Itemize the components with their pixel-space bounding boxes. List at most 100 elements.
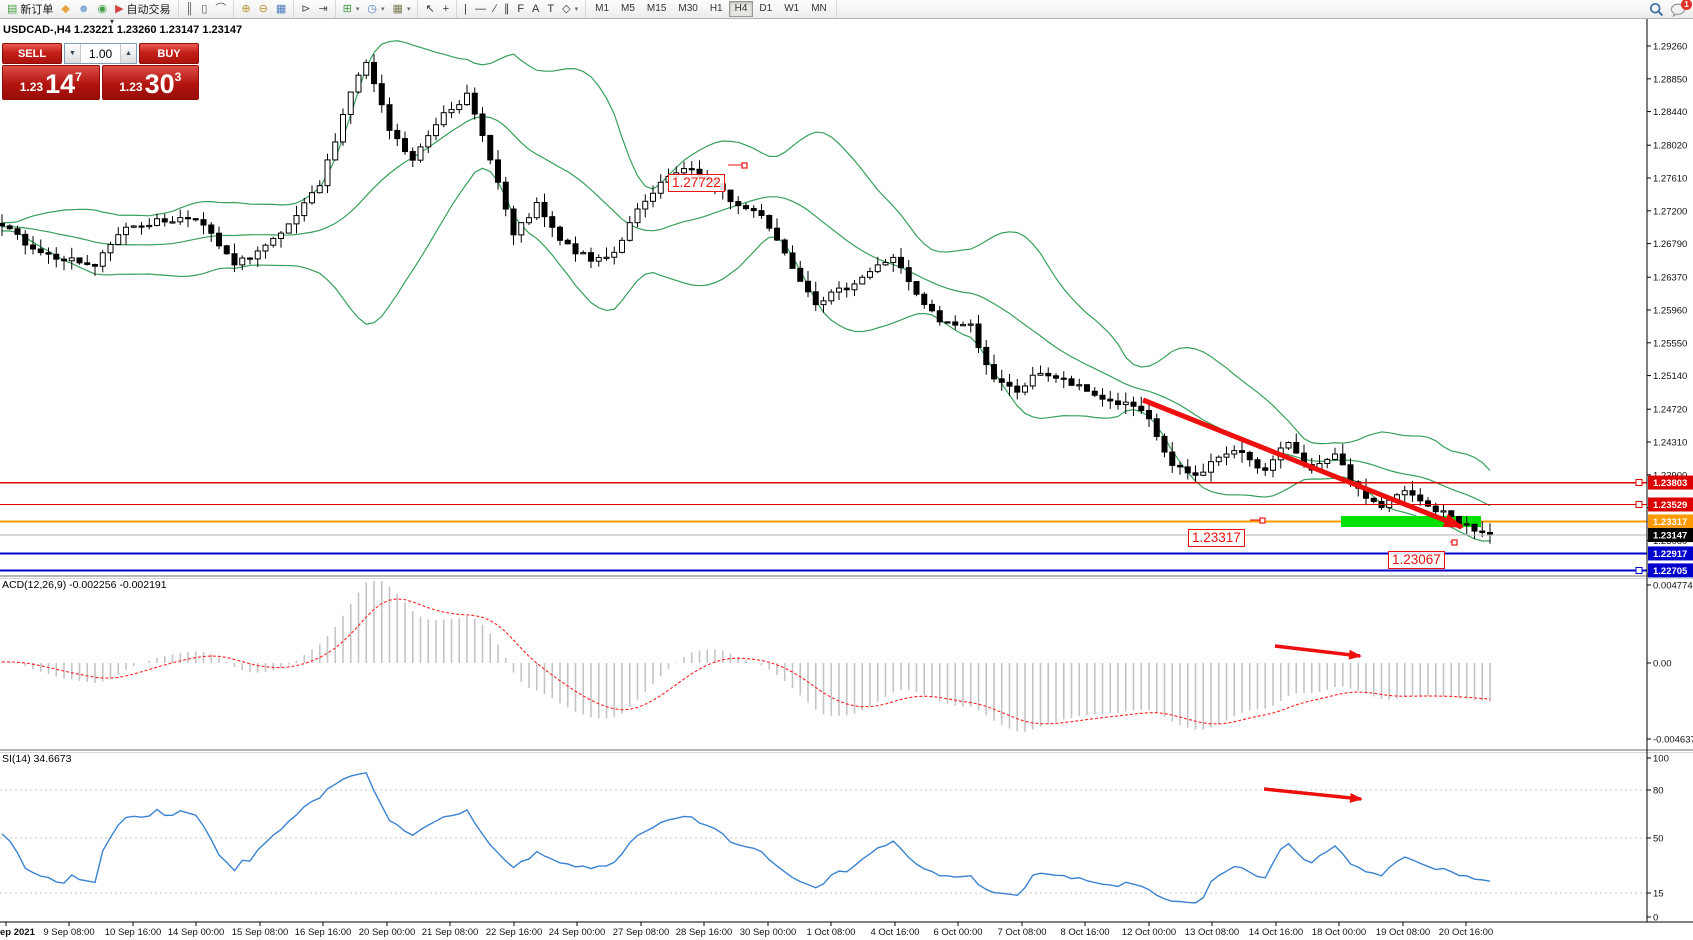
buy-price[interactable]: 1.23 30 3 [102,65,200,100]
toolbar-group: ▤新订单◆ ☻◉▶自动交易 [0,0,179,18]
vertical-line-icon[interactable]: | [460,1,471,17]
time-axis-label: 20 Oct 16:00 [1439,927,1493,938]
chart-shift-icon: ⇥ [318,1,327,17]
chevron-down-icon: ▾ [407,5,411,13]
label-icon[interactable]: T [543,1,558,17]
auto-scroll-icon[interactable]: ⊳ [297,1,314,17]
line-handle[interactable] [1636,480,1642,486]
periods-button[interactable]: ◷▾ [363,1,388,17]
label-icon: T [547,1,554,17]
shapes-button[interactable]: ◇▾ [558,1,582,17]
price-tick: 1.25140 [1653,371,1687,382]
highlighter-icon[interactable]: ◆ [57,1,73,17]
price-tick: 1.28440 [1653,107,1687,118]
timeframe-button-mn[interactable]: MN [805,1,833,17]
search-icon[interactable] [1649,2,1664,17]
time-axis-label: 20 Sep 00:00 [359,927,416,938]
rsi-indicator-label: SI(14) 34.6673 [2,753,71,765]
candlestick-chart-icon: ▯ [201,1,207,17]
line-handle[interactable] [1636,501,1642,507]
indicator-axis-tick: 100 [1653,754,1669,765]
time-axis-label: 24 Sep 00:00 [549,927,606,938]
chevron-down-icon: ▾ [381,5,385,13]
time-axis-label: 7 Oct 08:00 [997,927,1046,938]
text-icon[interactable]: A [528,1,543,17]
price-tick: 1.28850 [1653,74,1687,85]
templates-icon: ▦ [393,1,403,17]
cursor-icon[interactable]: ↖ [421,1,438,17]
channel-icon[interactable]: ∥ [500,1,514,17]
time-axis-label: 12 Oct 00:00 [1122,927,1176,938]
tile-windows-icon[interactable]: ▦ [272,1,290,17]
sell-price[interactable]: 1.23 14 7 [2,65,100,100]
buy-button[interactable]: BUY [139,43,199,64]
chat-icon[interactable]: 1 [1670,2,1687,17]
line-chart-icon[interactable]: ⌒ [211,1,230,17]
highlighter-icon: ◆ [61,1,69,17]
chart[interactable]: 1.292601.288501.284401.280201.276101.272… [0,18,1693,940]
timeframe-button-h4[interactable]: H4 [729,1,754,17]
shapes-icon: ◇ [562,1,570,17]
macd-trend-arrow[interactable] [1275,646,1360,656]
zoom-in-icon[interactable]: ⊕ [237,1,254,17]
toolbar-group: ⊕⊖▦ [234,0,294,18]
timeframe-button-m5[interactable]: M5 [615,1,641,17]
price-annotation-label[interactable]: 1.23067 [1388,551,1445,569]
zoom-out-icon[interactable]: ⊖ [255,1,272,17]
downtrend-line[interactable] [1143,400,1462,527]
trendline-icon[interactable]: ∕ [490,1,500,17]
time-axis-label: 21 Sep 08:00 [422,927,479,938]
candlestick-chart-icon[interactable]: ▯ [197,1,211,17]
templates-button[interactable]: ▦▾ [389,1,415,17]
sell-button[interactable]: SELL [2,43,62,64]
timeframe-button-d1[interactable]: D1 [753,1,778,17]
svg-text:1.23803: 1.23803 [1653,478,1687,489]
new-order-icon: ▤ [7,1,17,17]
price-tick: 1.28020 [1653,141,1687,152]
crosshair-icon[interactable]: + [439,1,453,17]
time-axis-label: 4 Oct 16:00 [870,927,919,938]
chart-shift-icon[interactable]: ⇥ [314,1,331,17]
tile-windows-icon: ▦ [276,1,286,17]
new-order-button[interactable]: ▤新订单 [3,1,57,17]
community-icon[interactable]: ☻ [74,1,94,17]
volume-input[interactable]: 1.00 [81,44,120,63]
line-handle[interactable] [1636,567,1642,573]
indicator-axis-tick: 50 [1653,834,1664,845]
timeframe-group: M1M5M15M30H1H4D1W1MN [586,0,837,18]
add-indicator-button[interactable]: ⊞▾ [339,1,364,17]
toolbar-group: ↖+ [418,0,457,18]
volume-decrease-button[interactable]: ▼ [65,44,81,63]
fibonacci-icon[interactable]: F [513,1,528,17]
timeframe-button-h1[interactable]: H1 [704,1,729,17]
auto-trading-button[interactable]: ▶自动交易 [111,1,174,17]
time-axis-label: 19 Oct 08:00 [1376,927,1430,938]
price-tick: 1.26370 [1653,273,1687,284]
bollinger-lower-band [2,168,1490,541]
price-annotation-label[interactable]: 1.27722 [668,174,725,192]
timeframe-button-m30[interactable]: M30 [672,1,703,17]
toolbar-group: ⊳⇥ [294,0,335,18]
sell-price-small: 1.23 [20,80,43,94]
price-tick: 1.25960 [1653,306,1687,317]
price-tick: 1.29260 [1653,42,1687,53]
horizontal-line-icon[interactable]: — [471,1,490,17]
time-axis-label: 22 Sep 16:00 [486,927,543,938]
indicator-axis-tick: 0.004774 [1653,581,1693,592]
auto-trading-icon: ▶ [115,1,123,17]
chart-title: USDCAD-,H4 1.23221 1.23260 1.23147 1.231… [3,24,242,36]
chevron-down-icon: ▾ [356,5,360,13]
svg-text:1.22705: 1.22705 [1653,566,1688,577]
volume-increase-button[interactable]: ▲ [120,44,136,63]
price-tick: 1.24720 [1653,405,1687,416]
timeframe-button-m1[interactable]: M1 [589,1,615,17]
price-tick: 1.27200 [1653,206,1687,217]
chevron-down-icon: ▾ [575,5,579,13]
timeframe-button-m15[interactable]: M15 [641,1,672,17]
svg-text:1.23147: 1.23147 [1653,531,1687,542]
vertical-line-icon: | [464,1,467,17]
timeframe-button-w1[interactable]: W1 [778,1,805,17]
price-annotation-label[interactable]: 1.23317 [1188,529,1245,547]
signals-icon[interactable]: ◉ [93,1,111,17]
bar-chart-icon[interactable]: ║ [182,1,198,17]
